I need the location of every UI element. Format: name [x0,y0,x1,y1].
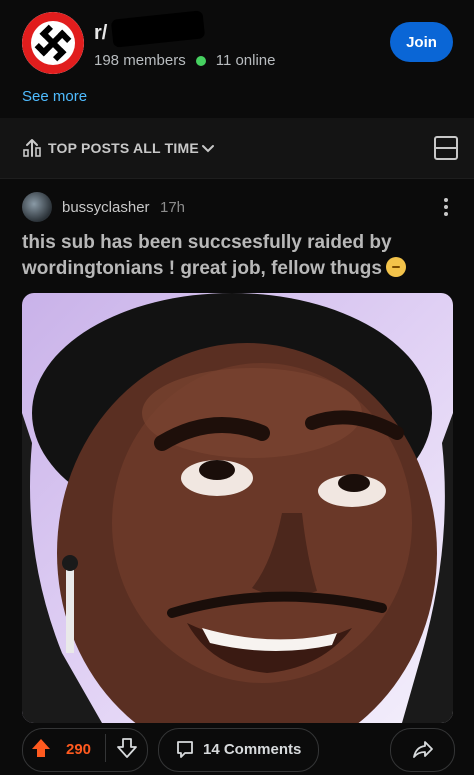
vote-separator [105,734,106,762]
more-options-icon[interactable] [440,196,452,218]
vote-count: 290 [66,741,92,758]
upvote-arrow-icon[interactable] [30,737,52,759]
chevron-down-icon[interactable] [200,140,216,156]
post-title-text: this sub has been succsesfully raided by… [22,232,392,279]
post-time: 17h [160,199,186,216]
post-title[interactable]: this sub has been succsesfully raided by… [22,230,452,282]
share-arrow-icon [413,741,433,758]
sort-bar: TOP POSTS ALL TIME [0,118,474,178]
online-dot [195,55,206,66]
comment-bubble-icon [177,741,193,758]
downvote-arrow-icon[interactable] [116,737,138,759]
post-photo [22,293,453,723]
author-avatar[interactable] [22,192,52,222]
community-avatar-icon [22,12,84,74]
online-count: 11 online [215,52,276,69]
sort-label[interactable]: TOP POSTS ALL TIME [48,140,199,156]
post-author[interactable]: bussyclasher [62,199,150,216]
post-actions: 290 14 Comments [0,725,474,775]
member-count: 198 members [94,52,186,69]
community-name[interactable]: r/ [94,22,107,45]
card-view-icon[interactable] [433,135,459,161]
see-more-link[interactable]: See more [22,88,87,105]
community-meta: 198 members 11 online [94,52,276,69]
section-divider [0,178,474,179]
community-header: r/ 198 members 11 online Join See more [0,0,474,118]
smirking-face-emoji [385,257,406,277]
community-avatar[interactable] [22,12,84,74]
comment-count: 14 Comments [203,741,302,758]
join-button[interactable]: Join [390,22,453,62]
top-posts-icon [23,139,41,157]
post-image[interactable] [22,293,453,723]
redaction-mark [110,10,206,48]
